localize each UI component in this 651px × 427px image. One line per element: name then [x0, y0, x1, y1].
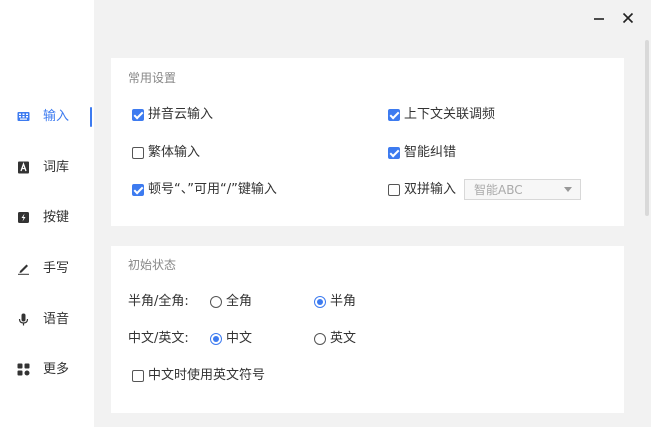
english-radio[interactable]: 英文: [314, 330, 356, 348]
cloud-input-checkbox[interactable]: 拼音云输入: [132, 106, 213, 124]
option-label: 智能纠错: [404, 145, 457, 160]
option-label: 双拼输入: [404, 182, 457, 197]
close-icon: [622, 12, 634, 24]
option-label: 中文: [226, 331, 253, 346]
sidebar-item-label: 语音: [43, 312, 70, 327]
dictionary-icon: [18, 161, 29, 174]
sidebar-item-more[interactable]: 更多: [0, 355, 94, 385]
double-pinyin-checkbox[interactable]: 双拼输入: [388, 181, 456, 199]
checkbox-box: [388, 147, 400, 159]
half-width-radio[interactable]: 半角: [314, 293, 356, 311]
context-frequency-checkbox[interactable]: 上下文关联调频: [388, 106, 495, 124]
key-icon: [18, 212, 29, 223]
option-label: 全角: [226, 294, 253, 309]
radio-circle: [210, 296, 222, 308]
sidebar-item-handwriting[interactable]: 手写: [0, 254, 94, 284]
sidebar-item-label: 词库: [43, 160, 70, 175]
sidebar-item-label: 更多: [43, 362, 70, 377]
smart-correction-checkbox[interactable]: 智能纠错: [388, 144, 456, 162]
checkbox-box: [388, 184, 400, 196]
chinese-english-label: 中文/英文:: [128, 331, 189, 346]
traditional-chinese-checkbox[interactable]: 繁体输入: [132, 144, 200, 162]
pause-mark-slash-checkbox[interactable]: 顿号“、”可用“/”键输入: [132, 181, 277, 199]
checkbox-box: [132, 147, 144, 159]
microphone-icon: [18, 313, 29, 326]
radio-circle: [314, 333, 326, 345]
double-pinyin-scheme-select[interactable]: 智能ABC: [464, 179, 581, 200]
radio-circle: [210, 333, 222, 345]
grid-icon: [17, 363, 30, 376]
sidebar-item-label: 手写: [43, 261, 70, 276]
checkbox-box: [132, 370, 144, 382]
panel-title: 初始状态: [128, 258, 177, 272]
option-label: 英文: [330, 331, 357, 346]
keyboard-icon: [17, 112, 30, 121]
checkbox-box: [132, 109, 144, 121]
sidebar-item-input[interactable]: 输入: [0, 102, 94, 132]
chevron-down-icon: [564, 187, 572, 192]
option-label: 中文时使用英文符号: [148, 368, 266, 383]
sidebar-item-voice[interactable]: 语音: [0, 305, 94, 335]
minimize-button[interactable]: [589, 8, 609, 28]
select-value: 智能ABC: [474, 183, 523, 197]
radio-circle: [314, 296, 326, 308]
sidebar-item-dictionary[interactable]: 词库: [0, 153, 94, 183]
scrollbar[interactable]: [645, 40, 649, 216]
panel-title: 常用设置: [128, 71, 177, 85]
chinese-radio[interactable]: 中文: [210, 330, 252, 348]
sidebar-item-keys[interactable]: 按键: [0, 203, 94, 233]
option-label: 拼音云输入: [148, 107, 214, 122]
sidebar: 输入 词库 按键 手写 语音 更多: [0, 0, 94, 427]
common-settings-panel: 常用设置 拼音云输入 上下文关联调频 繁体输入 智能纠错 顿号“、”可用“/”键…: [111, 58, 624, 226]
active-indicator: [90, 107, 92, 127]
close-button[interactable]: [618, 8, 638, 28]
english-punctuation-checkbox[interactable]: 中文时使用英文符号: [132, 367, 265, 385]
option-label: 上下文关联调频: [404, 107, 496, 122]
minimize-icon: [594, 18, 604, 20]
half-full-width-label: 半角/全角:: [128, 294, 189, 309]
option-label: 繁体输入: [148, 145, 201, 160]
option-label: 半角: [330, 294, 357, 309]
sidebar-item-label: 输入: [43, 109, 70, 124]
checkbox-box: [388, 109, 400, 121]
pen-icon: [18, 264, 29, 275]
full-width-radio[interactable]: 全角: [210, 293, 252, 311]
checkbox-box: [132, 184, 144, 196]
initial-state-panel: 初始状态 半角/全角: 全角 半角 中文/英文: 中文 英文 中文时使用英文符号: [111, 246, 624, 413]
option-label: 顿号“、”可用“/”键输入: [148, 182, 277, 197]
sidebar-item-label: 按键: [43, 210, 70, 225]
